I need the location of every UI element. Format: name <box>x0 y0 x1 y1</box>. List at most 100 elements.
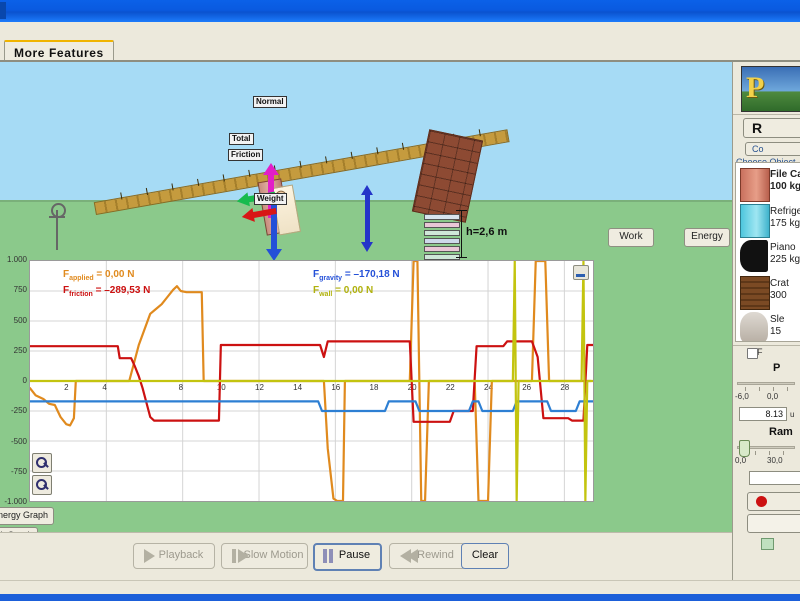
ramp-min-label: 0,0 <box>735 456 747 465</box>
ramp-tick <box>376 147 379 155</box>
readout-f-gravity: Fgravity = –170,18 N <box>313 269 400 282</box>
minimize-icon[interactable] <box>573 265 589 280</box>
list-item-piano[interactable]: Piano 225 kg, <box>738 239 800 273</box>
clear-button[interactable]: Clear <box>461 543 509 569</box>
stack-item <box>424 238 460 244</box>
x-tick-label: 8 <box>179 383 184 392</box>
object-mass: 100 kg <box>770 181 800 192</box>
reset-icon <box>756 496 767 507</box>
y-tick-label: -750 <box>10 466 27 476</box>
y-tick-label: 750 <box>13 285 27 295</box>
ramp-marker-down-arrow <box>361 217 373 252</box>
total-force-label: Total <box>229 133 254 145</box>
rewind-icon <box>400 549 418 571</box>
object-list[interactable]: File Ca 100 kg Refriger 175 kg, Piano 22… <box>735 162 800 342</box>
ramp-tick <box>222 174 225 182</box>
ramp-tick <box>145 187 149 195</box>
pause-icon <box>323 549 335 570</box>
file-cabinet-icon <box>740 168 770 202</box>
stack-item <box>424 246 460 252</box>
pause-button[interactable]: Pause <box>313 543 382 571</box>
energy-button[interactable]: Energy <box>684 228 730 247</box>
stack-item <box>424 214 460 220</box>
playback-button[interactable]: Playback <box>133 543 215 569</box>
free-body-checkbox-row[interactable]: F <box>747 347 763 359</box>
ramp-tick <box>248 169 251 177</box>
readout-sub: gravity <box>319 275 343 282</box>
zoom-in-icon[interactable] <box>32 453 52 473</box>
plot-zoom-controls[interactable] <box>32 453 52 497</box>
window-icon <box>0 2 6 19</box>
x-tick-label: 16 <box>331 383 340 392</box>
x-tick-label: 4 <box>102 383 107 392</box>
readout-value: = –289,53 N <box>95 285 151 296</box>
right-sidebar[interactable]: P R Co Choose Object File Ca 100 kg Refr… <box>732 62 800 580</box>
window-titlebar <box>0 0 800 23</box>
rewind-button[interactable]: Rewind <box>389 543 466 569</box>
list-item-refrigerator[interactable]: Refriger 175 kg, <box>738 203 800 238</box>
play-icon <box>144 549 155 563</box>
reset-all-button[interactable] <box>747 492 800 511</box>
height-measure-line <box>456 210 467 258</box>
position-unit-label: u <box>790 410 795 419</box>
playback-control-bar: Playback Slow Motion Pause Rewind Clear <box>0 532 732 581</box>
object-name: Crat <box>770 278 789 289</box>
sidebar-divider <box>733 114 800 115</box>
configure-button[interactable]: Co <box>745 142 800 156</box>
position-input[interactable]: 8.13 <box>739 407 787 421</box>
stack-item <box>424 222 460 228</box>
friction-force-label: Friction <box>228 149 264 161</box>
energy-graph-button[interactable]: Energy Graph <box>0 507 55 525</box>
secondary-button[interactable] <box>747 514 800 533</box>
piano-icon <box>740 240 768 272</box>
slow-motion-button[interactable]: Slow Motion <box>221 543 308 569</box>
record-button[interactable]: R <box>743 118 800 138</box>
readout-sub: wall <box>319 291 333 298</box>
y-tick-label: 500 <box>13 315 27 325</box>
object-mass: 175 kg, <box>770 218 800 229</box>
x-tick-label: 18 <box>370 383 379 392</box>
position-slider[interactable]: -6,0 0,0 <box>735 374 799 404</box>
application-window: More Features h=2,6 m Normal Total Frict… <box>0 0 800 601</box>
x-tick-label: 2 <box>64 383 69 392</box>
rewind-label: Rewind <box>417 549 454 561</box>
pause-label: Pause <box>338 549 371 561</box>
slow-motion-label: Slow Motion <box>243 549 304 561</box>
list-item-crate[interactable]: Crat 300 <box>738 275 800 310</box>
position-slider-track[interactable] <box>737 382 795 385</box>
object-name: File Ca <box>770 169 800 180</box>
x-tick-label: 26 <box>522 383 531 392</box>
x-tick-label: 22 <box>446 383 455 392</box>
object-mass: 300 <box>770 290 787 301</box>
ramp-slider-thumb[interactable] <box>739 440 750 457</box>
y-tick-label: 1.000 <box>6 255 27 264</box>
x-tick-label: 28 <box>560 383 569 392</box>
ramp-input[interactable] <box>749 471 800 485</box>
position-min-label: -6,0 <box>735 392 749 401</box>
list-item-dog[interactable]: Sle 15 <box>738 311 800 341</box>
free-body-checkbox[interactable] <box>747 348 758 359</box>
tab-more-features[interactable]: More Features <box>4 40 114 61</box>
zoom-out-icon[interactable] <box>32 475 52 495</box>
phet-logo: P <box>741 66 800 112</box>
ramp-slider[interactable]: 0,0 30,0 <box>735 438 799 468</box>
height-label: h=2,6 m <box>466 226 508 238</box>
x-tick-label: 12 <box>255 383 264 392</box>
list-item-file-cabinet[interactable]: File Ca 100 kg <box>738 167 800 202</box>
readout-sub: applied <box>69 275 94 282</box>
flag-icon <box>761 538 774 550</box>
object-name: Piano <box>770 242 796 253</box>
readout-f-friction: Ffriction = –289,53 N <box>63 285 150 298</box>
work-button[interactable]: Work <box>608 228 654 247</box>
ramp-marker-up-arrow <box>361 185 373 218</box>
object-name: Sle <box>770 314 785 325</box>
simulation-canvas[interactable]: h=2,6 m Normal Total Friction Weight 10,… <box>0 62 732 532</box>
x-tick-label: 10 <box>217 383 226 392</box>
y-tick-label: 0 <box>22 376 27 385</box>
signpost-icon <box>49 203 66 250</box>
ramp-tick <box>325 156 328 164</box>
readout-sub: friction <box>69 291 93 298</box>
force-plot[interactable]: 2 4 8 10 12 14 16 18 20 22 24 26 28 Fapplied = 0,00 … <box>29 260 594 502</box>
force-graph-panel[interactable]: 2 4 8 10 12 14 16 18 20 22 24 26 28 Fapplied = 0,00 … <box>0 255 600 532</box>
slow-motion-icon <box>232 549 249 571</box>
